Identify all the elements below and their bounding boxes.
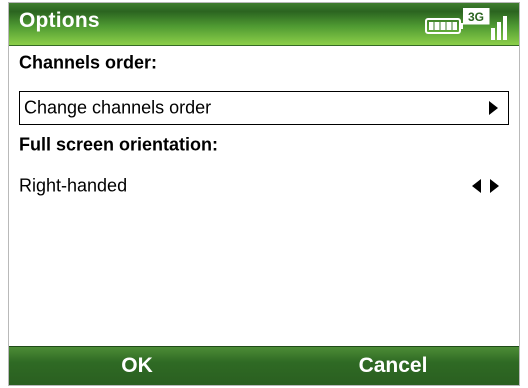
change-channels-order-item[interactable]: Change channels order xyxy=(19,91,509,125)
arrow-right-icon[interactable] xyxy=(490,179,499,193)
cancel-softkey[interactable]: Cancel xyxy=(265,347,519,385)
change-channels-order-label: Change channels order xyxy=(24,97,212,118)
title-bar: Options 3G xyxy=(9,3,519,46)
network-label: 3G xyxy=(468,10,484,24)
orientation-value: Right-handed xyxy=(19,175,128,196)
ok-softkey[interactable]: OK xyxy=(9,347,265,385)
orientation-label: Full screen orientation: xyxy=(19,134,219,155)
3g-signal-icon: 3G xyxy=(462,7,509,40)
options-screen: Options 3G Channels order: Change channe… xyxy=(8,2,520,386)
channels-order-label: Channels order: xyxy=(19,52,158,73)
softkey-bar: OK Cancel xyxy=(9,346,519,385)
page-title: Options xyxy=(19,9,100,32)
orientation-spinner[interactable]: Right-handed xyxy=(19,169,509,203)
arrow-left-icon[interactable] xyxy=(472,179,481,193)
chevron-right-icon xyxy=(489,101,498,115)
